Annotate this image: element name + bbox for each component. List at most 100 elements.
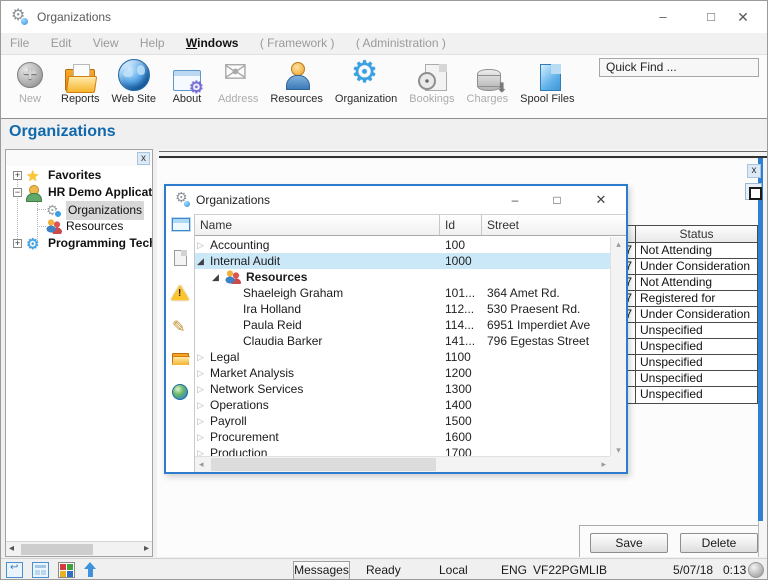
toolbar-website-button[interactable]: Web Site [106,58,162,106]
street-cell [482,253,610,269]
column-header-name[interactable]: Name [195,215,440,235]
edit-pencil-icon[interactable] [172,317,190,333]
street-cell: 364 Amet Rd. [482,285,610,301]
tile-windows-icon[interactable] [32,562,49,578]
table-row[interactable]: Legal 1100 [195,349,610,365]
expander-icon[interactable] [212,269,225,285]
navigation-tree-panel: x + Favorites − HR Demo Application Orga… [5,149,153,557]
child-close-icon[interactable]: x [747,164,761,178]
toolbar: New Reports Web Site About Address Resou… [1,55,768,119]
menu-help[interactable]: Help [131,33,174,54]
tree-panel-close-icon[interactable]: x [137,152,150,165]
sidebar-item-favorites[interactable]: + Favorites [6,167,152,184]
scroll-left-icon[interactable]: ◂ [199,459,204,470]
toolbar-organization-button[interactable]: Organization [329,58,403,106]
menu-windows[interactable]: Windows [177,33,248,54]
table-row[interactable]: Payroll 1500 [195,413,610,429]
dialog-title: Organizations [196,193,270,207]
table-row[interactable]: Claudia Barker 141... 796 Egestas Street [195,333,610,349]
scrollbar-thumb[interactable] [21,544,93,555]
maximize-button[interactable]: □ [542,186,572,214]
warning-icon[interactable] [171,285,189,300]
menu-framework[interactable]: ( Framework ) [251,33,344,54]
table-row[interactable]: Internal Audit 1000 [195,253,610,269]
scroll-down-icon[interactable]: ▾ [611,445,626,456]
sidebar-item-resources[interactable]: Resources [6,218,152,235]
plus-expander-icon[interactable]: + [13,239,22,248]
scroll-right-icon[interactable]: ▸ [144,543,149,554]
people-icon [225,270,242,284]
database-icon [477,69,501,91]
sidebar-item-programming-tech[interactable]: + Programming Tech [6,235,152,252]
menu-bar: File Edit View Help Windows ( Framework … [1,33,768,55]
expander-icon[interactable] [197,365,210,381]
document-icon [540,64,561,91]
globe-icon[interactable] [172,384,188,400]
id-cell: 1300 [440,381,482,397]
menu-edit[interactable]: Edit [42,33,81,54]
tree-horizontal-scrollbar[interactable]: ◂ ▸ [6,541,152,556]
expander-icon[interactable] [197,381,210,397]
table-row[interactable]: Ira Holland 112... 530 Praesent Rd. [195,301,610,317]
menu-administration[interactable]: ( Administration ) [347,33,455,54]
table-row[interactable]: Operations 1400 [195,397,610,413]
expander-icon[interactable] [197,397,210,413]
column-header-street[interactable]: Street [482,215,626,235]
messages-button[interactable]: Messages [293,561,350,580]
minus-expander-icon[interactable]: − [13,188,22,197]
dialog-sidebar [166,214,195,472]
id-cell: 1600 [440,429,482,445]
table-row[interactable]: Resources [195,269,610,285]
table-row[interactable]: Paula Reid 114... 6951 Imperdiet Ave [195,317,610,333]
column-header-id[interactable]: Id [440,215,482,235]
minimize-button[interactable]: – [643,1,683,33]
plus-expander-icon[interactable]: + [13,171,22,180]
color-grid-icon[interactable] [58,562,75,578]
scroll-right-icon[interactable]: ▸ [601,459,606,470]
expander-icon[interactable] [197,349,210,365]
save-button[interactable]: Save [590,533,668,553]
table-row[interactable]: Procurement 1600 [195,429,610,445]
folder-icon[interactable] [172,353,189,365]
close-button[interactable]: ✕ [586,186,616,214]
restore-window-icon[interactable] [745,183,762,200]
document-icon[interactable] [174,250,187,266]
scrollbar-corner [610,456,626,472]
gear-icon [26,236,42,251]
form-window-icon[interactable] [172,218,190,231]
menu-view[interactable]: View [84,33,128,54]
tree-panel-header: x [6,150,152,166]
close-button[interactable]: ✕ [723,1,763,33]
street-cell: 6951 Imperdiet Ave [482,317,610,333]
sidebar-item-hr-demo-application[interactable]: − HR Demo Application [6,184,152,201]
menu-file[interactable]: File [1,33,38,54]
toolbar-resources-button[interactable]: Resources [264,58,329,106]
scrollbar-thumb[interactable] [211,458,436,471]
sidebar-item-organizations[interactable]: Organizations [6,201,152,218]
expander-icon[interactable] [197,237,210,253]
toolbar-spoolfiles-button[interactable]: Spool Files [514,60,580,106]
horizontal-scrollbar[interactable]: ◂ ▸ [195,456,610,472]
sort-arrow-icon[interactable] [84,562,101,578]
toolbar-about-button[interactable]: About [162,63,212,106]
scroll-left-icon[interactable]: ◂ [9,543,14,554]
delete-button[interactable]: Delete [680,533,758,553]
vertical-scrollbar[interactable]: ▴ ▾ [610,237,626,458]
person-icon [26,185,42,200]
expander-icon[interactable] [197,413,210,429]
status-column-header[interactable]: Status [636,226,757,242]
expander-icon[interactable] [197,253,210,269]
minimize-button[interactable]: – [500,186,530,214]
id-cell: 1100 [440,349,482,365]
street-cell [482,365,610,381]
table-row[interactable]: Shaeleigh Graham 101... 364 Amet Rd. [195,285,610,301]
table-row[interactable]: Market Analysis 1200 [195,365,610,381]
scroll-up-icon[interactable]: ▴ [611,239,626,250]
cascade-windows-icon[interactable] [6,562,23,578]
table-row[interactable]: Network Services 1300 [195,381,610,397]
table-row[interactable]: Accounting 100 [195,237,610,253]
id-cell: 112... [440,301,482,317]
expander-icon[interactable] [197,429,210,445]
quick-find-input[interactable]: Quick Find ... [599,58,759,77]
toolbar-reports-button[interactable]: Reports [55,60,106,106]
